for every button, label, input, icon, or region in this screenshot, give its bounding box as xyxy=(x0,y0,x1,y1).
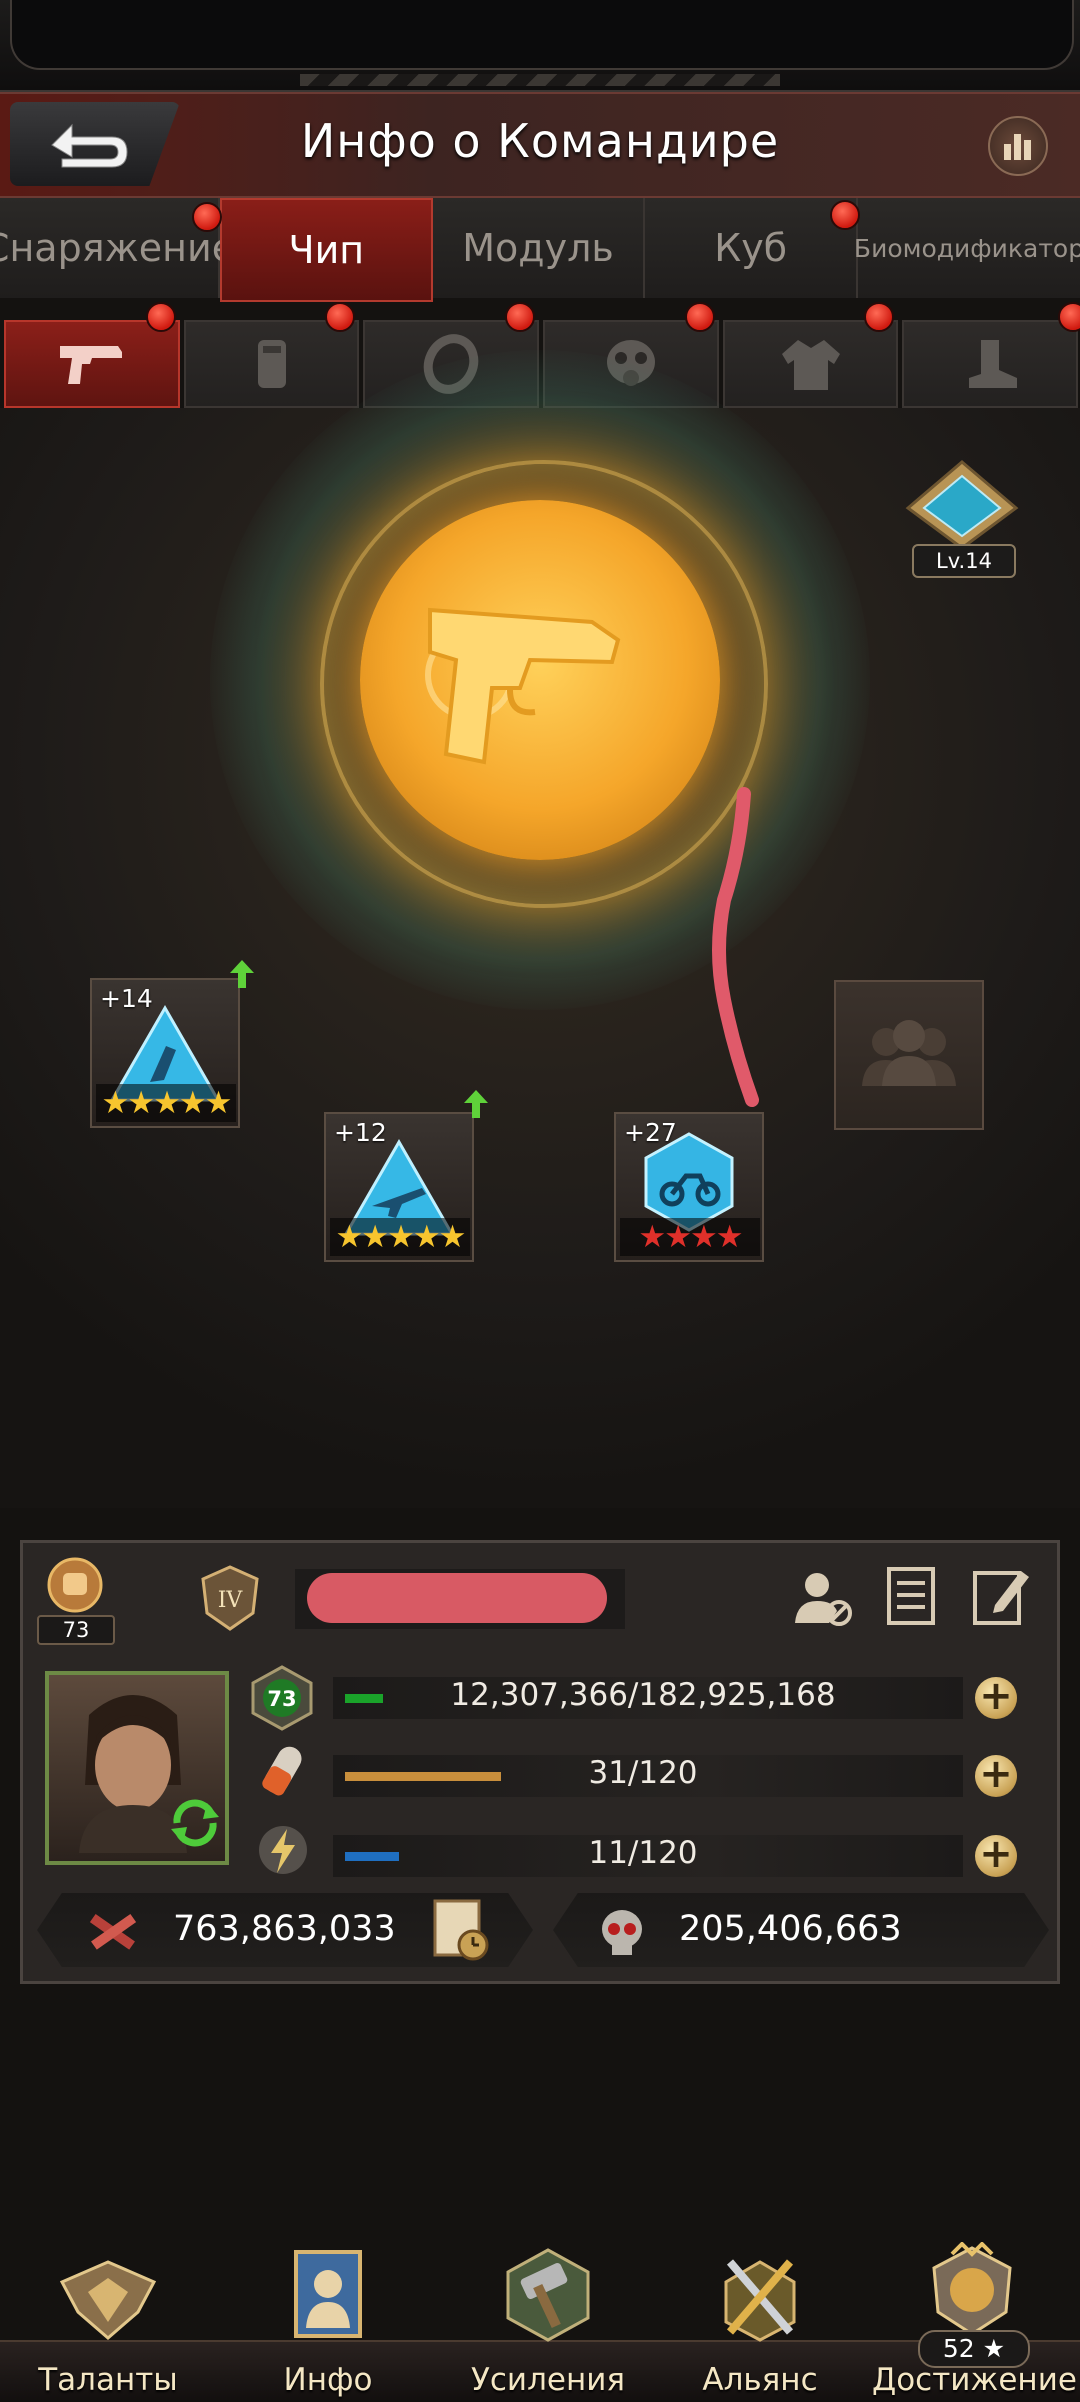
crossed-swords-icon xyxy=(724,2259,796,2342)
level-value: 73 xyxy=(267,1687,296,1711)
pistol-icon xyxy=(59,346,122,384)
star-rating: ★★★★★ xyxy=(330,1218,470,1256)
hammer-icon xyxy=(506,2248,590,2342)
exp-value: 12,307,366/182,925,168 xyxy=(450,1677,836,1713)
edit-icon[interactable] xyxy=(969,1563,1033,1629)
nav-boosts[interactable]: Усиления xyxy=(448,2230,648,2400)
rank-badge-text: IV xyxy=(218,1588,244,1613)
chip-level-badge[interactable]: Lv.14 xyxy=(904,460,1020,580)
wings-emblem-icon xyxy=(59,2260,157,2340)
header-bar: Инфо о Командире xyxy=(0,92,1080,198)
nav-label: Усиления xyxy=(470,2362,626,2398)
tab-label: Биомодификатор xyxy=(853,233,1080,263)
core-chip[interactable] xyxy=(360,500,720,860)
stamina-value: 31/120 xyxy=(588,1755,698,1791)
energy-value: 11/120 xyxy=(588,1835,698,1871)
bottom-navigation: Таланты Инфо Усиления Альянс 52 ★ Достиж… xyxy=(0,2230,1080,2402)
nav-label: Достижение xyxy=(872,2362,1077,2398)
avatar[interactable] xyxy=(45,1671,229,1865)
tab-biomodifier[interactable]: Биомодификатор xyxy=(830,198,1080,298)
power-value: 763,863,033 xyxy=(173,1909,396,1949)
nav-label: Инфо xyxy=(283,2362,373,2398)
notification-dot xyxy=(830,200,860,230)
tab-module[interactable]: Модуль xyxy=(432,198,646,298)
fist-emblem-icon xyxy=(47,1557,103,1613)
nav-label: Альянс xyxy=(702,2362,818,2398)
chip-slot-2[interactable]: +12 ★★★★★ xyxy=(324,1112,474,1262)
crossed-guns-icon xyxy=(89,1913,137,1950)
energy-bar-fill xyxy=(345,1852,399,1861)
nav-achievements[interactable]: 52 ★ Достижение xyxy=(872,2230,1077,2400)
chip-level: +14 xyxy=(100,984,153,1013)
commander-card-icon xyxy=(294,2250,362,2338)
notification-dot xyxy=(684,302,715,332)
tab-label: Модуль xyxy=(462,226,614,270)
notification-dot xyxy=(864,302,895,332)
notification-dot xyxy=(1058,302,1080,332)
notification-dot xyxy=(192,202,222,232)
nav-label: Таланты xyxy=(38,2362,178,2398)
star-rating: ★★★★ xyxy=(620,1218,760,1256)
jacket-icon xyxy=(781,340,840,390)
star-rating: ★★★★★ xyxy=(96,1084,236,1122)
diamond-gem-icon xyxy=(905,460,1019,550)
upgrade-arrow-icon xyxy=(464,1090,488,1118)
top-frame xyxy=(0,0,1080,93)
add-energy-button[interactable]: + xyxy=(975,1834,1017,1877)
boot-icon xyxy=(969,340,1018,388)
category-tabs: Снаряжение Чип Модуль Куб Биомодификатор xyxy=(0,198,1080,302)
energy-bolt-icon xyxy=(259,1826,307,1874)
stamina-pill-icon xyxy=(262,1746,302,1796)
slot-tab-weapon[interactable] xyxy=(4,302,180,408)
power-badge-value: 73 xyxy=(37,1615,115,1645)
commander-panel: 73 IV 73 12,307,366/182,925,168 + 31/120… xyxy=(20,1540,1060,1984)
chip-slot-1[interactable]: +14 ★★★★★ xyxy=(90,978,240,1128)
tab-chip[interactable]: Чип xyxy=(192,198,433,302)
kills-value: 205,406,663 xyxy=(679,1909,902,1949)
nav-alliance[interactable]: Альянс xyxy=(660,2230,860,2400)
exp-bar-fill xyxy=(345,1694,383,1703)
slot-tab-boots[interactable] xyxy=(902,302,1080,408)
empty-chip-slot[interactable] xyxy=(834,980,984,1130)
tab-label: Чип xyxy=(288,228,365,272)
skull-icon xyxy=(602,1910,642,1955)
level-label: Lv.14 xyxy=(912,544,1016,578)
commander-name-field[interactable] xyxy=(295,1569,625,1629)
tab-label: Куб xyxy=(714,226,788,270)
notification-dot xyxy=(145,302,176,332)
block-user-icon[interactable] xyxy=(789,1565,855,1629)
rank-badge[interactable]: IV xyxy=(195,1563,265,1633)
chip-level: +12 xyxy=(334,1118,387,1147)
pistol-icon xyxy=(425,607,621,765)
armor-plate-icon xyxy=(257,340,286,388)
rank-shield-icon: IV xyxy=(201,1565,259,1631)
slot-tab-jacket[interactable] xyxy=(722,302,899,408)
tab-cube[interactable]: Куб xyxy=(645,198,858,298)
power-badge[interactable]: 73 xyxy=(35,1555,115,1645)
stats-button[interactable] xyxy=(988,116,1048,176)
level-badge: 73 xyxy=(251,1665,313,1731)
add-stamina-button[interactable]: + xyxy=(975,1754,1017,1797)
slot-tab-armor[interactable] xyxy=(183,302,360,408)
notification-dot xyxy=(325,302,356,332)
redaction-mark xyxy=(307,1573,607,1623)
group-icon xyxy=(862,1020,956,1086)
chip-level: +27 xyxy=(624,1118,677,1147)
refresh-icon[interactable] xyxy=(167,1795,223,1851)
page-title: Инфо о Командире xyxy=(300,114,780,168)
upgrade-arrow-icon xyxy=(230,960,254,988)
tab-equipment[interactable]: Снаряжение xyxy=(0,198,235,298)
document-list-icon[interactable] xyxy=(881,1565,941,1629)
marker-stroke xyxy=(712,787,759,1107)
add-exp-button[interactable]: + xyxy=(975,1676,1017,1719)
notification-dot xyxy=(505,302,536,332)
tab-label: Снаряжение xyxy=(0,226,236,270)
nav-info[interactable]: Инфо xyxy=(228,2230,428,2400)
bar-chart-icon xyxy=(1004,134,1031,160)
nav-talents[interactable]: Таланты xyxy=(8,2230,208,2400)
power-details-icon[interactable] xyxy=(429,1897,493,1963)
chip-slot-3[interactable]: +27 ★★★★ xyxy=(614,1112,764,1262)
